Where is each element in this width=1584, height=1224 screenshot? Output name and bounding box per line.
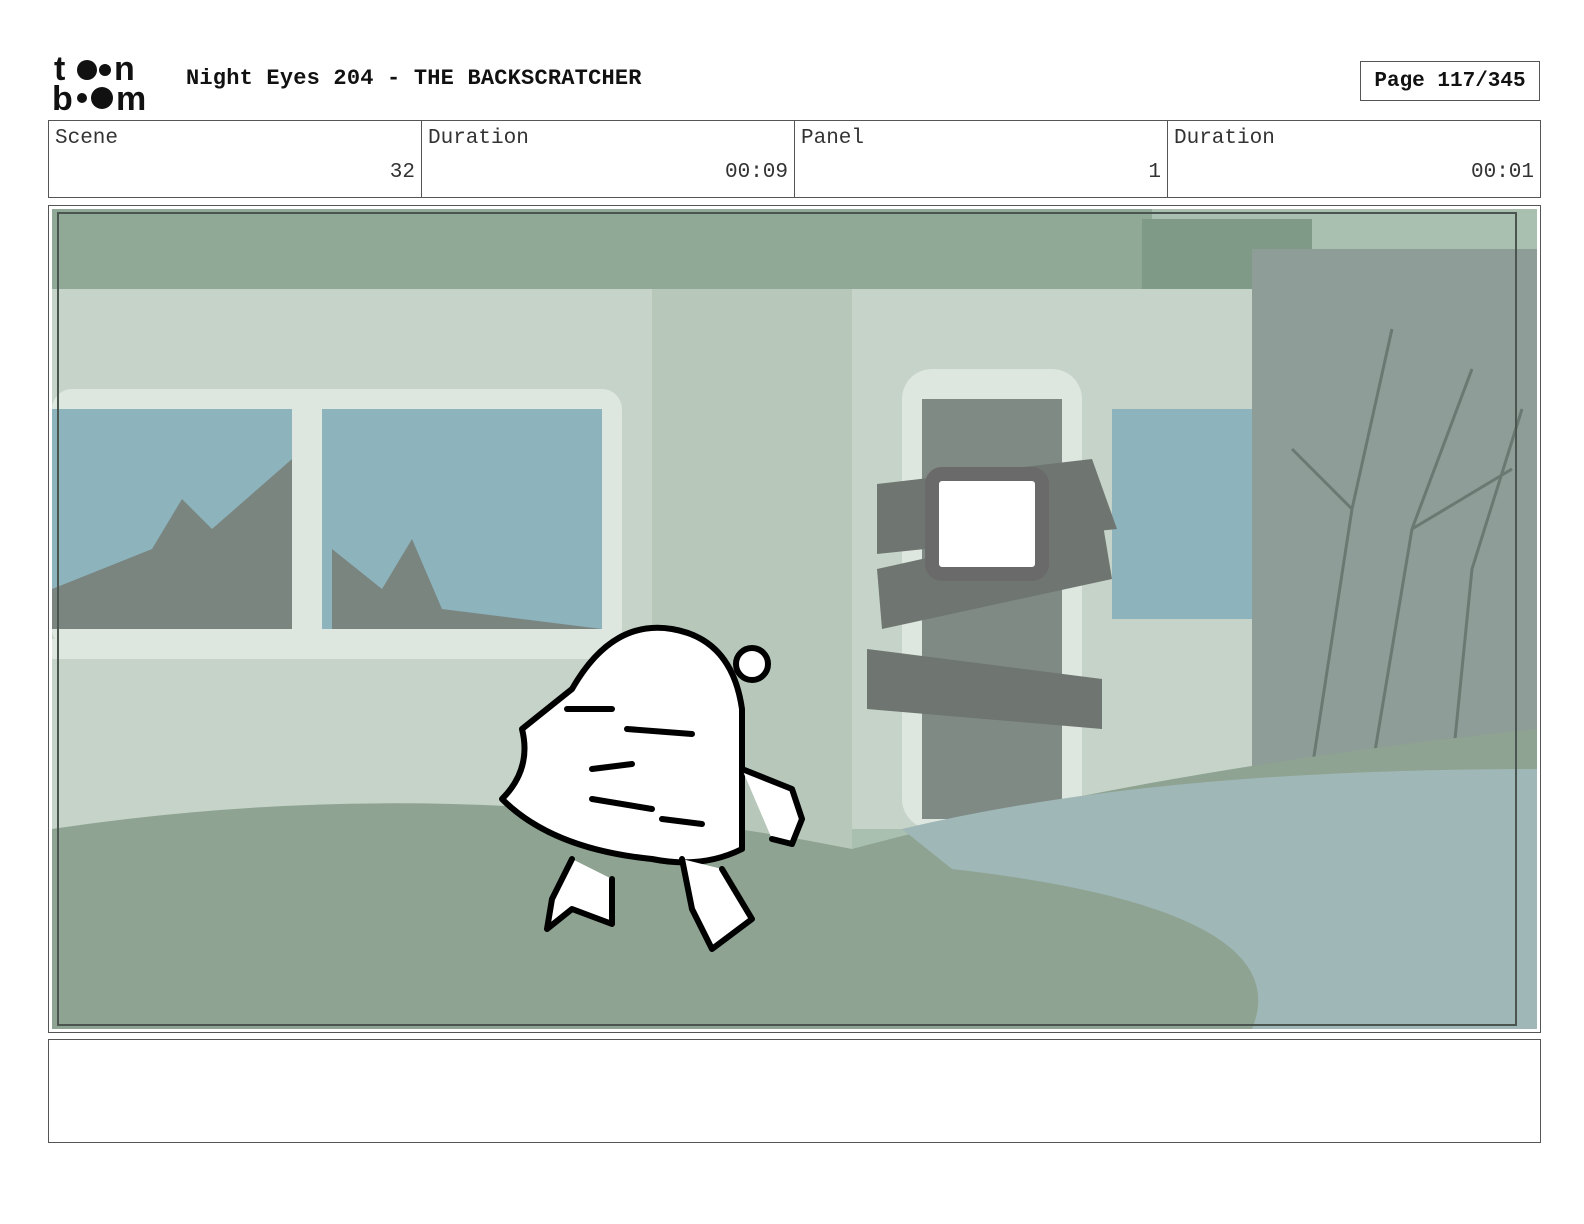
panel-duration-cell: Duration 00:01 xyxy=(1168,121,1540,197)
page-number: Page 117/345 xyxy=(1360,61,1540,101)
trees xyxy=(1252,249,1537,769)
toon-boom-logo: t n b m xyxy=(52,50,146,112)
panel-label: Panel xyxy=(801,127,865,150)
scene-value: 32 xyxy=(389,161,415,184)
panel-duration-value: 00:01 xyxy=(1470,161,1534,184)
panel-value: 1 xyxy=(1148,161,1161,184)
scene-info-table: Scene 32 Duration 00:09 Panel 1 Duration… xyxy=(48,120,1541,198)
document-title: Night Eyes 204 - THE BACKSCRATCHER xyxy=(186,66,642,91)
window-glass-3 xyxy=(1112,409,1252,619)
scene-duration-value: 00:09 xyxy=(724,161,788,184)
panel-duration-label: Duration xyxy=(1174,127,1275,150)
roof xyxy=(52,209,1152,289)
paper-sign xyxy=(925,467,1049,581)
storyboard-panel-image xyxy=(52,209,1537,1029)
svg-text:b: b xyxy=(52,80,73,112)
scene-duration-cell: Duration 00:09 xyxy=(422,121,795,197)
window-sill xyxy=(52,639,652,659)
svg-text:m: m xyxy=(116,80,146,112)
notes-box xyxy=(48,1039,1541,1143)
scene-cell: Scene 32 xyxy=(49,121,422,197)
panel-cell: Panel 1 xyxy=(795,121,1168,197)
scene-label: Scene xyxy=(55,127,119,150)
scene-duration-label: Duration xyxy=(428,127,529,150)
